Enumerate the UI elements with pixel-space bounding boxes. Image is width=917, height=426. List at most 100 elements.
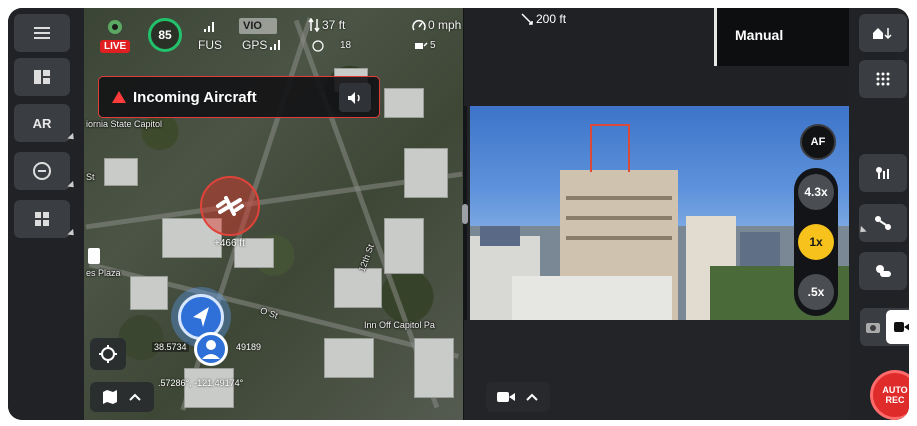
building: [104, 158, 138, 186]
map-label-inn: Inn Off Capitol Pa: [364, 320, 435, 330]
gimbal-button[interactable]: [859, 154, 907, 192]
battery-gauge[interactable]: 85: [148, 18, 182, 52]
map-label-plaza: es Plaza: [86, 268, 121, 278]
grid-dots-button[interactable]: [859, 60, 907, 98]
layout-icon: [34, 70, 50, 84]
gimbal-icon: [876, 167, 889, 179]
live-badge: LIVE: [100, 40, 131, 53]
building-windows: [566, 216, 672, 220]
speed-gauge-icon: [412, 20, 426, 31]
drone-connection-icon: [108, 20, 122, 34]
chevron-up-icon: [526, 393, 538, 401]
autofocus-button[interactable]: AF: [800, 124, 836, 160]
vio-label: VIO: [243, 20, 262, 32]
distance-value: 200 ft: [536, 12, 567, 26]
count-b: 5: [430, 40, 436, 51]
camera-feed[interactable]: [470, 106, 849, 320]
menu-button[interactable]: [14, 14, 70, 52]
building-windows: [566, 196, 672, 200]
map-label-capitol: iornia State Capitol: [86, 119, 163, 129]
drone-coordinates-lat: 38.5734: [152, 342, 189, 352]
fus-label: FUS: [198, 38, 222, 52]
zoom-4-3x-button[interactable]: 4.3x: [798, 174, 834, 210]
layout-button[interactable]: [14, 58, 70, 96]
building: [512, 276, 672, 320]
map-icon: [103, 390, 117, 404]
alert-mute-button[interactable]: [339, 83, 371, 112]
expand-corner-icon: [67, 180, 77, 191]
building: [384, 88, 424, 118]
expand-corner-icon: [67, 228, 77, 239]
pilot-coordinates: .57286°, -121.49174°: [158, 378, 244, 388]
ar-button[interactable]: AR: [14, 104, 77, 143]
clock-icon: [312, 40, 324, 52]
building-windows: [566, 236, 672, 240]
map-view[interactable]: iornia State Capitol St es Plaza 12th St…: [84, 8, 464, 420]
user-icon: [202, 340, 220, 359]
crosshair-icon: [99, 345, 117, 363]
speaker-icon: [348, 91, 360, 104]
autorec-label-line2: REC: [885, 395, 905, 405]
video-mode-selected[interactable]: [886, 310, 909, 344]
video-mode-icon: [894, 322, 909, 332]
exposure-mode-panel[interactable]: Manual: [714, 8, 849, 66]
building: [184, 368, 234, 408]
aircraft-altitude-offset: +466 ft: [214, 238, 245, 249]
recenter-button[interactable]: [90, 338, 126, 370]
building: [414, 338, 454, 398]
menu-icon: [34, 27, 50, 39]
building: [480, 226, 520, 246]
chevron-up-icon: [129, 393, 141, 401]
map-poi-icon: [88, 248, 100, 264]
gps-signal-icon: [270, 40, 282, 50]
waypoint-icon: [875, 216, 891, 230]
status-bar: LIVE 85 FUS VIO GPS 37 ft 0 mph 18 5: [94, 12, 464, 62]
count-a: 18: [340, 40, 352, 51]
signal-strength-icon: [204, 22, 216, 32]
app-frame: AR iornia State Capitol St es Plaza 12th…: [8, 8, 909, 420]
distance-icon: [521, 13, 533, 25]
ar-label: AR: [32, 115, 52, 131]
photo-mode-icon[interactable]: [866, 321, 880, 333]
incoming-aircraft-alert[interactable]: Incoming Aircraft: [98, 76, 380, 118]
speed-value: 0 mph: [428, 18, 462, 32]
exposure-mode-label: Manual: [735, 27, 784, 43]
grid-dots-icon: [876, 72, 890, 86]
zoom-1x-button[interactable]: 1x: [798, 224, 834, 260]
antenna-tower: [590, 124, 630, 172]
building: [404, 148, 448, 198]
panel-resize-handle[interactable]: [462, 204, 468, 224]
gps-label: GPS: [242, 38, 268, 52]
warning-icon: [112, 91, 126, 103]
grid-icon: [35, 212, 49, 226]
building: [324, 338, 374, 378]
building: [334, 268, 382, 308]
autorec-label-line1: AUTO: [882, 385, 908, 395]
building: [130, 276, 168, 310]
camera-source-button[interactable]: [486, 382, 550, 412]
waypoint-button[interactable]: [859, 204, 907, 242]
left-toolbar: AR: [8, 8, 84, 420]
altitude-arrows-icon: [308, 18, 320, 32]
alert-text: Incoming Aircraft: [133, 89, 257, 106]
weather-icon: [876, 265, 891, 277]
expand-corner-icon: [67, 132, 77, 143]
map-label-street: St: [86, 172, 95, 182]
map-layers-button[interactable]: [90, 382, 154, 412]
right-toolbar: [849, 8, 909, 420]
vio-badge: VIO: [239, 18, 277, 34]
drone-coordinates-lon: 49189: [236, 342, 262, 352]
video-camera-icon: [497, 392, 515, 402]
grid-button[interactable]: [14, 200, 77, 239]
altitude-value: 37 ft: [322, 18, 346, 32]
pilot-position-marker[interactable]: [194, 332, 228, 366]
satellite-icon: [415, 42, 428, 49]
zoom-0-5x-button[interactable]: .5x: [798, 274, 834, 310]
building: [384, 218, 424, 274]
obstacle-avoidance-icon: [33, 162, 51, 180]
incoming-aircraft-marker[interactable]: [200, 176, 260, 236]
return-home-button[interactable]: [859, 14, 907, 52]
weather-button[interactable]: [859, 252, 907, 290]
obstacle-avoidance-button[interactable]: [14, 152, 77, 191]
home-return-icon: [873, 28, 892, 40]
